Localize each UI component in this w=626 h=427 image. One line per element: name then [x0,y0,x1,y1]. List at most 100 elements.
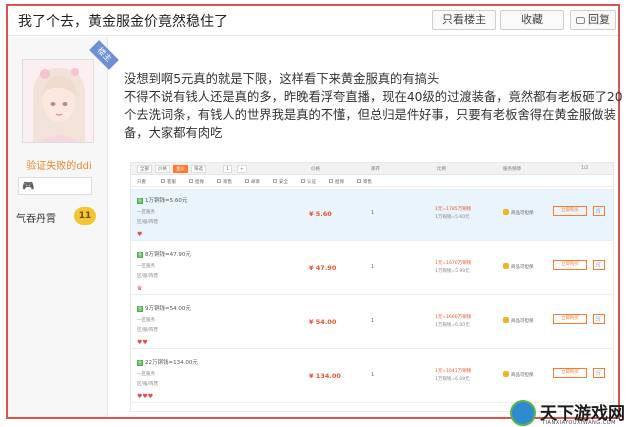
listing-stock: 1 [371,318,375,324]
medal-box: 🎮 [18,177,92,195]
globe-logo-icon [510,400,536,426]
toolbar-item: 金价 [173,165,188,173]
cart-icon[interactable]: 🛒 [593,206,605,216]
thread-header: 我了个去，黄金服金价竟然稳住了 只看楼主 收藏 回复 [8,6,618,36]
embedded-screenshot: 全部 价格 金价 筛选 1 + 价格 库存 比例 服务保障 1/2 只看 客服 … [130,162,614,412]
filter-item: 只看 [137,180,146,185]
username[interactable]: 验证失败的ddi [14,157,104,172]
listing-ratio: 1元=1666万铜钱 [435,315,472,320]
shield-icon [503,263,509,269]
listing-detail: 区/服/阵营 [137,328,159,333]
guarantee-label: 商品可担保 [503,371,534,378]
listing-ratio: 1元=1670万铜钱 [435,261,472,266]
listing-row[interactable]: 急 8万铜钱=47.90元 一区服务区/服/阵营 ♛ ¥ 47.90 1 1元=1670万铜… [131,243,613,295]
cart-icon[interactable]: 🛒 [593,368,605,378]
buy-now-button[interactable]: 立即购买 [553,314,587,324]
cart-icon[interactable]: 🛒 [593,260,605,270]
listing-price: ¥ 47.90 [309,264,337,272]
post-frame: 我了个去，黄金服金价竟然稳住了 只看楼主 收藏 回复 楼主 验证失败的ddi 🎮 [6,4,625,426]
buy-now-button[interactable]: 立即购买 [553,368,587,378]
listing-stock: 1 [371,372,375,378]
post-line: 没想到啊5元真的就是下限，这样看下来黄金服真的有搞头 [124,72,440,86]
buy-now-button[interactable]: 立即购买 [553,206,587,216]
listing-ratio-unit: 1万铜钱=5.60元 [435,215,470,220]
seller-rating: ♥♥ [137,339,148,346]
listing-detail: 一区服务 [137,318,155,323]
listing-row[interactable]: 急 9万铜钱=54.00元 一区服务 区/服/阵营 ♥♥ ¥ 54.00 1 1元=1666万… [131,297,613,349]
listing-detail: 区/服/阵营 [137,382,159,387]
reply-label: 回复 [588,13,610,26]
listing-title[interactable]: 急 1万铜钱=5.60元 [137,196,187,204]
avatar-illustration [23,60,93,142]
reply-button[interactable]: 回复 [570,10,616,30]
column-header: 比例 [437,167,446,172]
shield-icon [503,371,509,377]
urgent-tag: 急 [137,306,143,312]
listing-detail: 一区服务 [137,372,155,377]
page-indicator: 1/2 [581,166,589,171]
listing-stock: 1 [371,264,375,270]
listing-detail: 一区服务 [137,210,155,215]
listing-ratio-unit: 1万铜钱=6.00元 [435,323,470,328]
column-header: 库存 [371,167,380,172]
toolbar-item: 价格 [155,165,170,173]
urgent-tag: 急 [137,198,143,204]
listing-detail: 区/服/阵营 [137,274,159,279]
level-name: 气吞丹霄 [16,214,56,225]
shield-icon [503,209,509,215]
buy-now-button[interactable]: 立即购买 [553,260,587,270]
post-line: 备，大家都有肉吃 [124,126,223,140]
listing-ratio-unit: 1万铜钱=5.99元 [435,269,470,274]
filter-item: 担保 [189,179,204,185]
listing-price: ¥ 134.00 [309,372,341,380]
guarantee-label: 商品可担保 [503,317,534,324]
post-line: 个去洗词条，有钱人的世界我是真的不懂，但总归是件好事，只要有老板舍得在黄金服做装 [124,108,616,122]
favorite-button[interactable]: 收藏 [500,10,564,30]
listing-detail: 区/服/阵营 [137,220,159,225]
reply-icon [576,17,585,24]
listing-row[interactable]: 急 1万铜钱=5.60元 一区服务 区/服/阵营 ♥ ¥ 5.60 1 1元=1785万铜钱 1… [131,189,613,241]
seller-rating: ♛ [137,285,143,292]
listing-ratio: 1元=1641万铜钱 [435,369,472,374]
listing-title[interactable]: 急 8万铜钱=47.90元 [137,250,191,258]
filter-item: 担保 [329,179,344,185]
cart-icon[interactable]: 🛒 [593,314,605,324]
toolbar-item: 全部 [137,165,152,173]
thread-title: 我了个去，黄金服金价竟然稳住了 [18,14,228,30]
column-header: 服务保障 [503,167,521,172]
listing-ratio: 1元=1785万铜钱 [435,207,472,212]
avatar[interactable] [22,59,94,143]
listing-row[interactable]: 急 22万铜钱=134.00元 一区服务区/服/阵营 ♥♥♥ ¥ 134.00 1 1元=1… [131,351,613,403]
post-line: 不得不说有钱人还是真的多，昨晚看浮夸直播，现在40级的过渡装备，竟然都有老板砸了… [124,90,623,104]
listing-ratio-unit: 1万铜钱=6.09元 [435,377,470,382]
author-only-button[interactable]: 只看楼主 [432,10,496,30]
filter-item: 寄售 [217,179,232,185]
listing-toolbar: 全部 价格 金价 筛选 1 + 价格 库存 比例 服务保障 1/2 [131,163,613,175]
site-watermark: 天下游戏网 TIANXIAYOUXIWANG.COM [506,398,626,427]
urgent-tag: 急 [137,252,143,258]
watermark-subtitle: TIANXIAYOUXIWANG.COM [542,420,616,426]
filter-item: 安全 [273,179,288,185]
user-sidebar: 楼主 验证失败的ddi 🎮 气吞丹霄 11 [8,37,119,417]
filter-item: 寄售 [357,179,372,185]
toolbar-item: 1 [223,165,232,173]
guarantee-label: 商品可担保 [503,209,534,216]
listing-stock: 1 [371,210,375,216]
column-header: 价格 [311,167,320,172]
toolbar-item: + [237,165,247,173]
listing-title[interactable]: 急 9万铜钱=54.00元 [137,304,191,312]
seller-rating: ♥♥♥ [137,393,154,400]
urgent-tag: 急 [137,360,143,366]
user-level: 气吞丹霄 11 [16,207,106,227]
post-body: 没想到啊5元真的就是下限，这样看下来黄金服真的有搞头 不得不说有钱人还是真的多，… [124,70,623,142]
shield-icon [503,317,509,323]
filter-item: 客服 [161,179,176,185]
gamepad-icon: 🎮 [22,181,35,192]
level-badge: 11 [74,207,96,225]
guarantee-label: 商品可担保 [503,263,534,270]
listing-price: ¥ 5.60 [309,210,332,218]
listing-title[interactable]: 急 22万铜钱=134.00元 [137,358,198,366]
filter-item: 邮寄 [245,179,260,185]
listing-detail: 一区服务 [137,264,155,269]
filter-item: 认证 [301,179,316,185]
